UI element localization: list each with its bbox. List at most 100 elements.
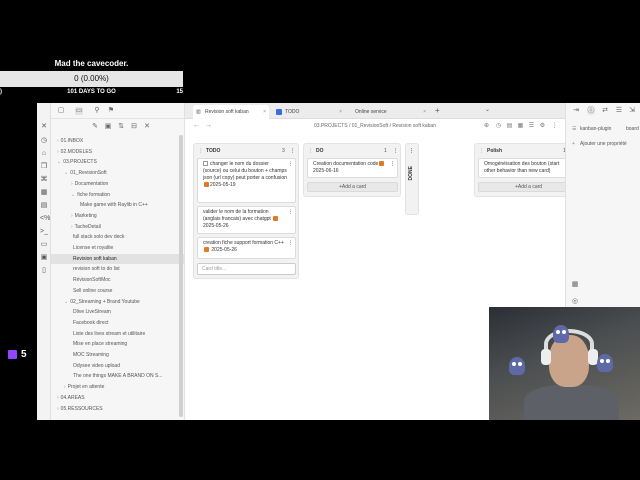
search-icon[interactable]: ⚲ — [93, 107, 101, 115]
close-sidebar-icon[interactable]: ✕ — [40, 123, 48, 131]
tree-item[interactable]: › Projet en attente — [51, 382, 185, 392]
calendar-icon[interactable]: ▦ — [571, 281, 579, 289]
kanban-card[interactable]: creation fiche support formation C++ 202… — [197, 237, 296, 259]
tab-revision-soft-kaban[interactable]: ▥ Revision soft kaban × — [193, 105, 269, 119]
card-menu-icon[interactable]: ⋮ — [288, 161, 293, 168]
collapse-right-icon[interactable]: ⇥ — [572, 107, 580, 115]
tree-item[interactable]: Facebook direct — [51, 318, 185, 328]
tree-item[interactable]: The one things MAKE A BRAND ON S... — [51, 371, 185, 381]
kanban-card[interactable]: Creation documentation code 2025-06-16 ⋮ — [307, 158, 398, 178]
outline-icon[interactable]: ☰ — [615, 107, 623, 115]
property-value[interactable]: board — [626, 126, 639, 132]
tree-item[interactable]: › TacheDetail — [51, 222, 185, 232]
card-menu-icon[interactable]: ⋮ — [288, 240, 293, 247]
add-card-button[interactable]: +Add a card — [307, 182, 398, 192]
sidebar-scrollbar[interactable] — [179, 135, 183, 417]
more-icon[interactable]: ⋮ — [551, 123, 558, 130]
terminal-icon[interactable]: >_ — [40, 228, 48, 236]
tree-item[interactable]: ⌄ 03.PROJECTS — [51, 157, 185, 167]
template-icon[interactable]: ▭ — [40, 241, 48, 249]
tree-item[interactable]: › 04.AREAS — [51, 393, 185, 403]
tree-item-label: 02_Streaming + Brand Youtube — [70, 298, 140, 305]
tree-item[interactable]: › Documentation — [51, 179, 185, 189]
copy-icon[interactable]: ❐ — [40, 163, 48, 171]
tree-item[interactable]: ⌄ 02_Streaming + Brand Youtube — [51, 297, 185, 307]
date-icon[interactable]: ▣ — [40, 254, 48, 262]
tree-item[interactable]: › 05.RESSOURCES — [51, 404, 185, 414]
close-icon[interactable]: × — [423, 105, 426, 119]
tree-item[interactable]: › 02.MODELES — [51, 147, 185, 157]
lane-menu-icon[interactable]: ⋮ — [290, 146, 295, 156]
file-nav-actions: ✎ ▣ ⇅ ⊟ ✕ — [51, 121, 185, 133]
file-explorer: ▢ ▭ ⚲ ⚑ ✎ ▣ ⇅ ⊟ ✕ › 01.INBOX › 02.MODELES ⌄ 0… — [51, 103, 185, 420]
code-icon[interactable]: <% — [40, 215, 50, 223]
tree-item[interactable]: MOC Streaming — [51, 350, 185, 360]
tree-item[interactable]: Dlive LiveStream — [51, 307, 185, 317]
collapse-icon[interactable]: ⊟ — [130, 123, 138, 131]
list-view-icon[interactable]: ☰ — [528, 123, 535, 130]
tree-item[interactable]: License et royaltie — [51, 243, 185, 253]
close-icon[interactable]: × — [339, 105, 342, 119]
calendar-icon[interactable]: ▤ — [40, 202, 48, 210]
tree-item[interactable]: RévisionSoftMoc — [51, 275, 185, 285]
tab-online-service[interactable]: Online service × — [349, 105, 429, 119]
close-all-icon[interactable]: ✕ — [143, 123, 151, 131]
chevron-down-icon[interactable]: ⌄ — [485, 106, 490, 113]
drag-handle-icon[interactable]: ⋮ — [479, 146, 484, 156]
archive-icon[interactable]: ◷ — [495, 123, 502, 130]
grid-icon[interactable]: ▦ — [40, 189, 48, 197]
card-menu-icon[interactable]: ⋮ — [288, 209, 293, 216]
card-checkbox[interactable] — [203, 161, 208, 166]
folder-icon[interactable]: ▢ — [57, 107, 65, 115]
lane-done-collapsed[interactable]: ⋮ DONE — [405, 143, 419, 215]
drag-handle-icon[interactable]: ⋮ — [198, 146, 203, 156]
tree-item[interactable]: Odysee video upload — [51, 361, 185, 371]
tree-item[interactable]: ⌄ fiche formation — [51, 190, 185, 200]
lane-menu-icon[interactable]: ⋮ — [393, 146, 398, 156]
tree-item[interactable]: Sell online course — [51, 286, 185, 296]
clipboard-icon[interactable]: ▯ — [40, 267, 48, 275]
tree-item[interactable]: › Marketing — [51, 211, 185, 221]
card-title-input[interactable]: Card title... — [197, 263, 296, 275]
drag-handle-icon[interactable]: ⋮ — [409, 146, 421, 156]
headset — [544, 329, 594, 359]
tree-item[interactable]: Liste des lives stream et utilitaire — [51, 329, 185, 339]
tab-todo[interactable]: TODO × — [273, 105, 345, 119]
drag-handle-icon[interactable]: ⋮ — [308, 146, 313, 156]
add-card-button[interactable]: +Add a card — [478, 182, 579, 192]
tree-item[interactable]: ⌄ 01_RevisionSoft — [51, 168, 185, 178]
clock-icon[interactable]: ◷ — [40, 137, 48, 145]
tree-item[interactable]: revision soft to do list — [51, 264, 185, 274]
add-lane-icon[interactable]: ⊕ — [483, 123, 490, 130]
close-icon[interactable]: × — [263, 105, 266, 119]
tree-item-label: The one things MAKE A BRAND ON S... — [73, 373, 163, 380]
bookmark-icon[interactable]: ⚑ — [107, 107, 115, 115]
settings-icon[interactable]: ⚙ — [539, 123, 546, 130]
link-icon[interactable]: ⇄ — [601, 107, 609, 115]
tree-item[interactable]: Revision soft kaban — [51, 253, 185, 264]
new-folder-icon[interactable]: ▣ — [104, 123, 112, 131]
backlinks-icon[interactable]: ⇲ — [628, 107, 636, 115]
card-text: changer le nom du dossier (source) ou ce… — [203, 161, 287, 181]
help-icon[interactable]: ◎ — [571, 298, 579, 306]
files-icon[interactable]: ▭ — [75, 107, 83, 115]
headset-earcup — [541, 349, 551, 365]
tree-item[interactable]: › 01.INBOX — [51, 136, 185, 146]
new-tab-button[interactable]: + — [435, 105, 440, 117]
card-menu-icon[interactable]: ⋮ — [390, 161, 395, 168]
markdown-icon[interactable]: ▤ — [506, 123, 513, 130]
board-view-icon[interactable]: ▦ — [517, 123, 524, 130]
tree-item[interactable]: full stack solo dev deck — [51, 232, 185, 242]
new-note-icon[interactable]: ✎ — [91, 123, 99, 131]
tree-item[interactable]: Make game with Raylib in C++ — [51, 200, 185, 210]
sidebar-tabs: ▢ ▭ ⚲ ⚑ — [51, 103, 185, 119]
tree-item[interactable]: Mise en place streaming — [51, 339, 185, 349]
info-icon[interactable]: ⓘ — [587, 107, 595, 115]
kanban-card[interactable]: Omogénéisation des bouton (start other b… — [478, 158, 579, 178]
home-icon[interactable]: ⌂ — [40, 150, 48, 158]
add-property-button[interactable]: Ajouter une propriété — [580, 141, 627, 147]
kanban-card[interactable]: valider le nom de la formation (anglais … — [197, 206, 296, 234]
sort-icon[interactable]: ⇅ — [117, 123, 125, 131]
kanban-card[interactable]: changer le nom du dossier (source) ou ce… — [197, 158, 296, 203]
graph-icon[interactable]: ⌘ — [40, 176, 48, 184]
